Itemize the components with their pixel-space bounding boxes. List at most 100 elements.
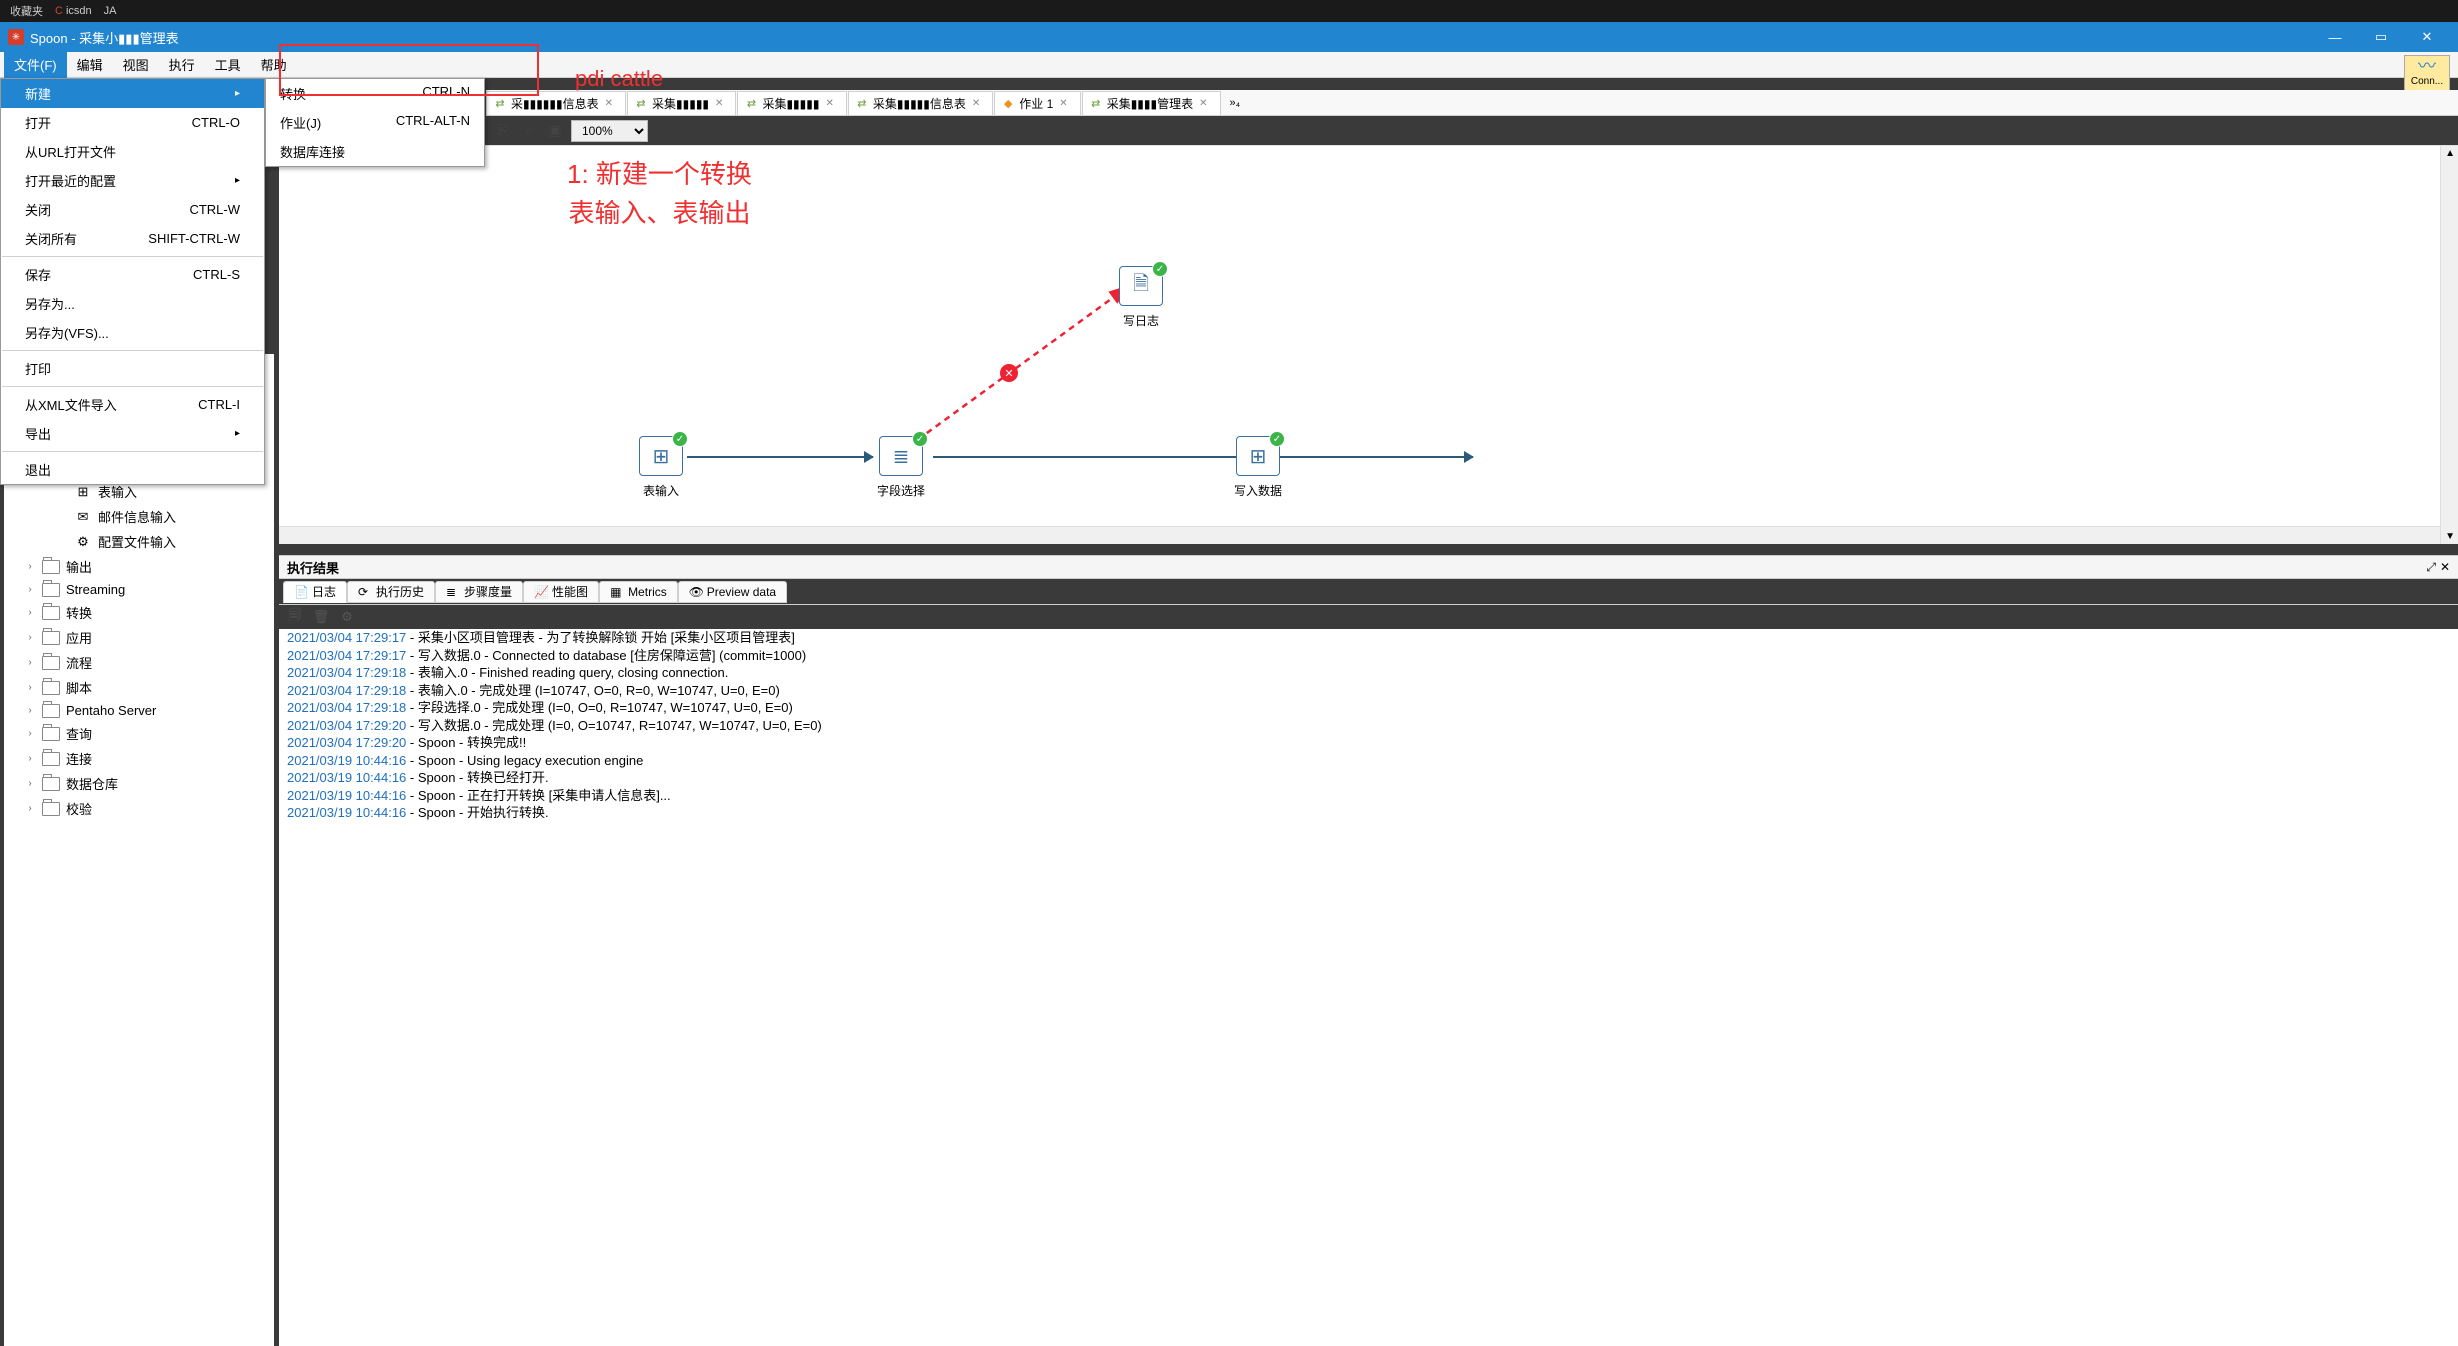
vertical-scrollbar[interactable]: ▲▼	[2440, 146, 2458, 544]
submenu-job[interactable]: 作业(J)CTRL-ALT-N	[266, 108, 484, 137]
results-tab-preview[interactable]: 👁Preview data	[678, 581, 787, 603]
menu-save-as[interactable]: 另存为...	[1, 289, 264, 318]
settings-icon[interactable]: ⚙	[339, 609, 355, 625]
folder-icon	[42, 802, 60, 816]
tab[interactable]: ◆作业 1✕	[994, 91, 1080, 115]
close-icon[interactable]: ✕	[715, 98, 723, 109]
hop-error[interactable]: ✕	[899, 276, 1139, 456]
tabs-overflow[interactable]: »₄	[1222, 97, 1249, 109]
hop[interactable]	[687, 456, 873, 458]
close-icon[interactable]: ✕	[825, 98, 833, 109]
expand-icon[interactable]: ›	[24, 728, 36, 739]
menu-save[interactable]: 保存CTRL-S	[1, 260, 264, 289]
menu-tools[interactable]: 工具	[205, 51, 251, 78]
tree-folder[interactable]: ›数据仓库	[4, 771, 274, 796]
expand-icon[interactable]: ›	[24, 632, 36, 643]
transformation-icon: ⇄	[744, 96, 758, 110]
tree-folder[interactable]: ›校验	[4, 796, 274, 821]
tree-folder[interactable]: ›转换	[4, 600, 274, 625]
step-table-input[interactable]: ✓⊞ 表输入	[639, 436, 683, 499]
menu-open-recent[interactable]: 打开最近的配置	[1, 166, 264, 195]
tree-folder[interactable]: ›输出	[4, 554, 274, 579]
step-write-log[interactable]: ✓🗎 写日志	[1119, 266, 1163, 329]
trash-icon[interactable]: 🗑	[313, 609, 329, 625]
menu-help[interactable]: 帮助	[251, 51, 297, 78]
results-tab-perf[interactable]: 📈性能图	[523, 581, 599, 603]
tree-folder[interactable]: ›脚本	[4, 675, 274, 700]
close-icon[interactable]: ✕	[1199, 98, 1207, 109]
metrics-icon: ≣	[446, 585, 460, 599]
menu-import-xml[interactable]: 从XML文件导入CTRL-I	[1, 390, 264, 419]
taskbar-item[interactable]: 收藏夹	[4, 3, 49, 19]
menu-export[interactable]: 导出	[1, 419, 264, 448]
log-output[interactable]: 2021/03/04 17:29:17 - 采集小区项目管理表 - 为了转换解除…	[279, 629, 2458, 1346]
tree-folder[interactable]: ›Pentaho Server	[4, 700, 274, 721]
menu-open[interactable]: 打开CTRL-O	[1, 108, 264, 137]
tree-folder[interactable]: ›应用	[4, 625, 274, 650]
editor-tabs: ⇄采▮▮▮▮▮▮信息表✕ ⇄采集▮▮▮▮▮✕ ⇄采集▮▮▮▮▮✕ ⇄采集▮▮▮▮…	[486, 90, 2458, 116]
tab[interactable]: ⇄采▮▮▮▮▮▮信息表✕	[486, 91, 626, 115]
menu-view[interactable]: 视图	[113, 51, 159, 78]
close-icon[interactable]: ✕	[972, 98, 980, 109]
expand-icon[interactable]: ⤢	[2426, 560, 2436, 575]
step-write-data[interactable]: ✓⊞ 写入数据	[1234, 436, 1282, 499]
folder-icon	[42, 631, 60, 645]
tree-folder[interactable]: ›Streaming	[4, 579, 274, 600]
tree-folder[interactable]: ›查询	[4, 721, 274, 746]
explore-icon[interactable]: ⌕	[519, 121, 539, 141]
menu-close[interactable]: 关闭CTRL-W	[1, 195, 264, 224]
submenu-transformation[interactable]: 转换CTRL-N	[266, 79, 484, 108]
close-icon[interactable]: ✕	[605, 98, 613, 109]
taskbar-item[interactable]: Cicsdn	[49, 5, 98, 17]
expand-icon[interactable]: ›	[24, 803, 36, 814]
results-tab-metrics2[interactable]: ▦Metrics	[599, 581, 678, 603]
results-tab-log[interactable]: 📄日志	[283, 581, 347, 603]
new-submenu: 转换CTRL-N 作业(J)CTRL-ALT-N 数据库连接	[265, 78, 485, 167]
clipboard-icon[interactable]: 🗐	[287, 609, 303, 625]
expand-icon[interactable]: ›	[24, 682, 36, 693]
menu-save-vfs[interactable]: 另存为(VFS)...	[1, 318, 264, 347]
sql-icon[interactable]: ⎘	[493, 121, 513, 141]
menu-file[interactable]: 文件(F)	[4, 51, 67, 78]
tree-folder[interactable]: ›连接	[4, 746, 274, 771]
log-icon: 📄	[294, 585, 308, 599]
close-icon[interactable]: ✕	[1059, 98, 1067, 109]
folder-icon	[42, 681, 60, 695]
zoom-select[interactable]: 100%	[571, 120, 648, 142]
menu-edit[interactable]: 编辑	[67, 51, 113, 78]
submenu-dbconn[interactable]: 数据库连接	[266, 137, 484, 166]
menu-new[interactable]: 新建	[1, 79, 264, 108]
minimize-button[interactable]: —	[2312, 22, 2358, 52]
menu-print[interactable]: 打印	[1, 354, 264, 383]
expand-icon[interactable]: ›	[24, 561, 36, 572]
showres-icon[interactable]: ▣	[545, 121, 565, 141]
expand-icon[interactable]: ›	[24, 705, 36, 716]
tree-folder[interactable]: ›流程	[4, 650, 274, 675]
expand-icon[interactable]: ›	[24, 607, 36, 618]
menu-close-all[interactable]: 关闭所有SHIFT-CTRL-W	[1, 224, 264, 253]
expand-icon[interactable]: ›	[24, 584, 36, 595]
expand-icon[interactable]: ›	[24, 753, 36, 764]
tab[interactable]: ⇄采集▮▮▮▮▮✕	[627, 91, 736, 115]
maximize-button[interactable]: ▭	[2358, 22, 2404, 52]
taskbar-item[interactable]: JA	[98, 5, 123, 17]
step-select-values[interactable]: ✓≣ 字段选择	[877, 436, 925, 499]
tree-step-propinput[interactable]: ⚙配置文件输入	[4, 529, 274, 554]
expand-icon[interactable]: ›	[24, 657, 36, 668]
os-taskbar: 收藏夹 Cicsdn JA	[0, 0, 2458, 22]
expand-icon[interactable]: ›	[24, 778, 36, 789]
tab[interactable]: ⇄采集▮▮▮▮▮✕	[737, 91, 846, 115]
transformation-icon: ⇄	[634, 96, 648, 110]
close-icon[interactable]: ✕	[2440, 560, 2450, 575]
menu-run[interactable]: 执行	[159, 51, 205, 78]
results-tab-metrics[interactable]: ≣步骤度量	[435, 581, 523, 603]
tab[interactable]: ⇄采集▮▮▮▮▮信息表✕	[848, 91, 993, 115]
hop[interactable]	[933, 456, 1473, 458]
tab[interactable]: ⇄采集▮▮▮▮管理表✕	[1082, 91, 1221, 115]
menu-open-url[interactable]: 从URL打开文件	[1, 137, 264, 166]
results-tab-history[interactable]: ⟳执行历史	[347, 581, 435, 603]
horizontal-scrollbar[interactable]	[279, 526, 2440, 544]
menu-exit[interactable]: 退出	[1, 455, 264, 484]
tree-step-mailinput[interactable]: ✉邮件信息输入	[4, 504, 274, 529]
close-button[interactable]: ✕	[2404, 22, 2450, 52]
